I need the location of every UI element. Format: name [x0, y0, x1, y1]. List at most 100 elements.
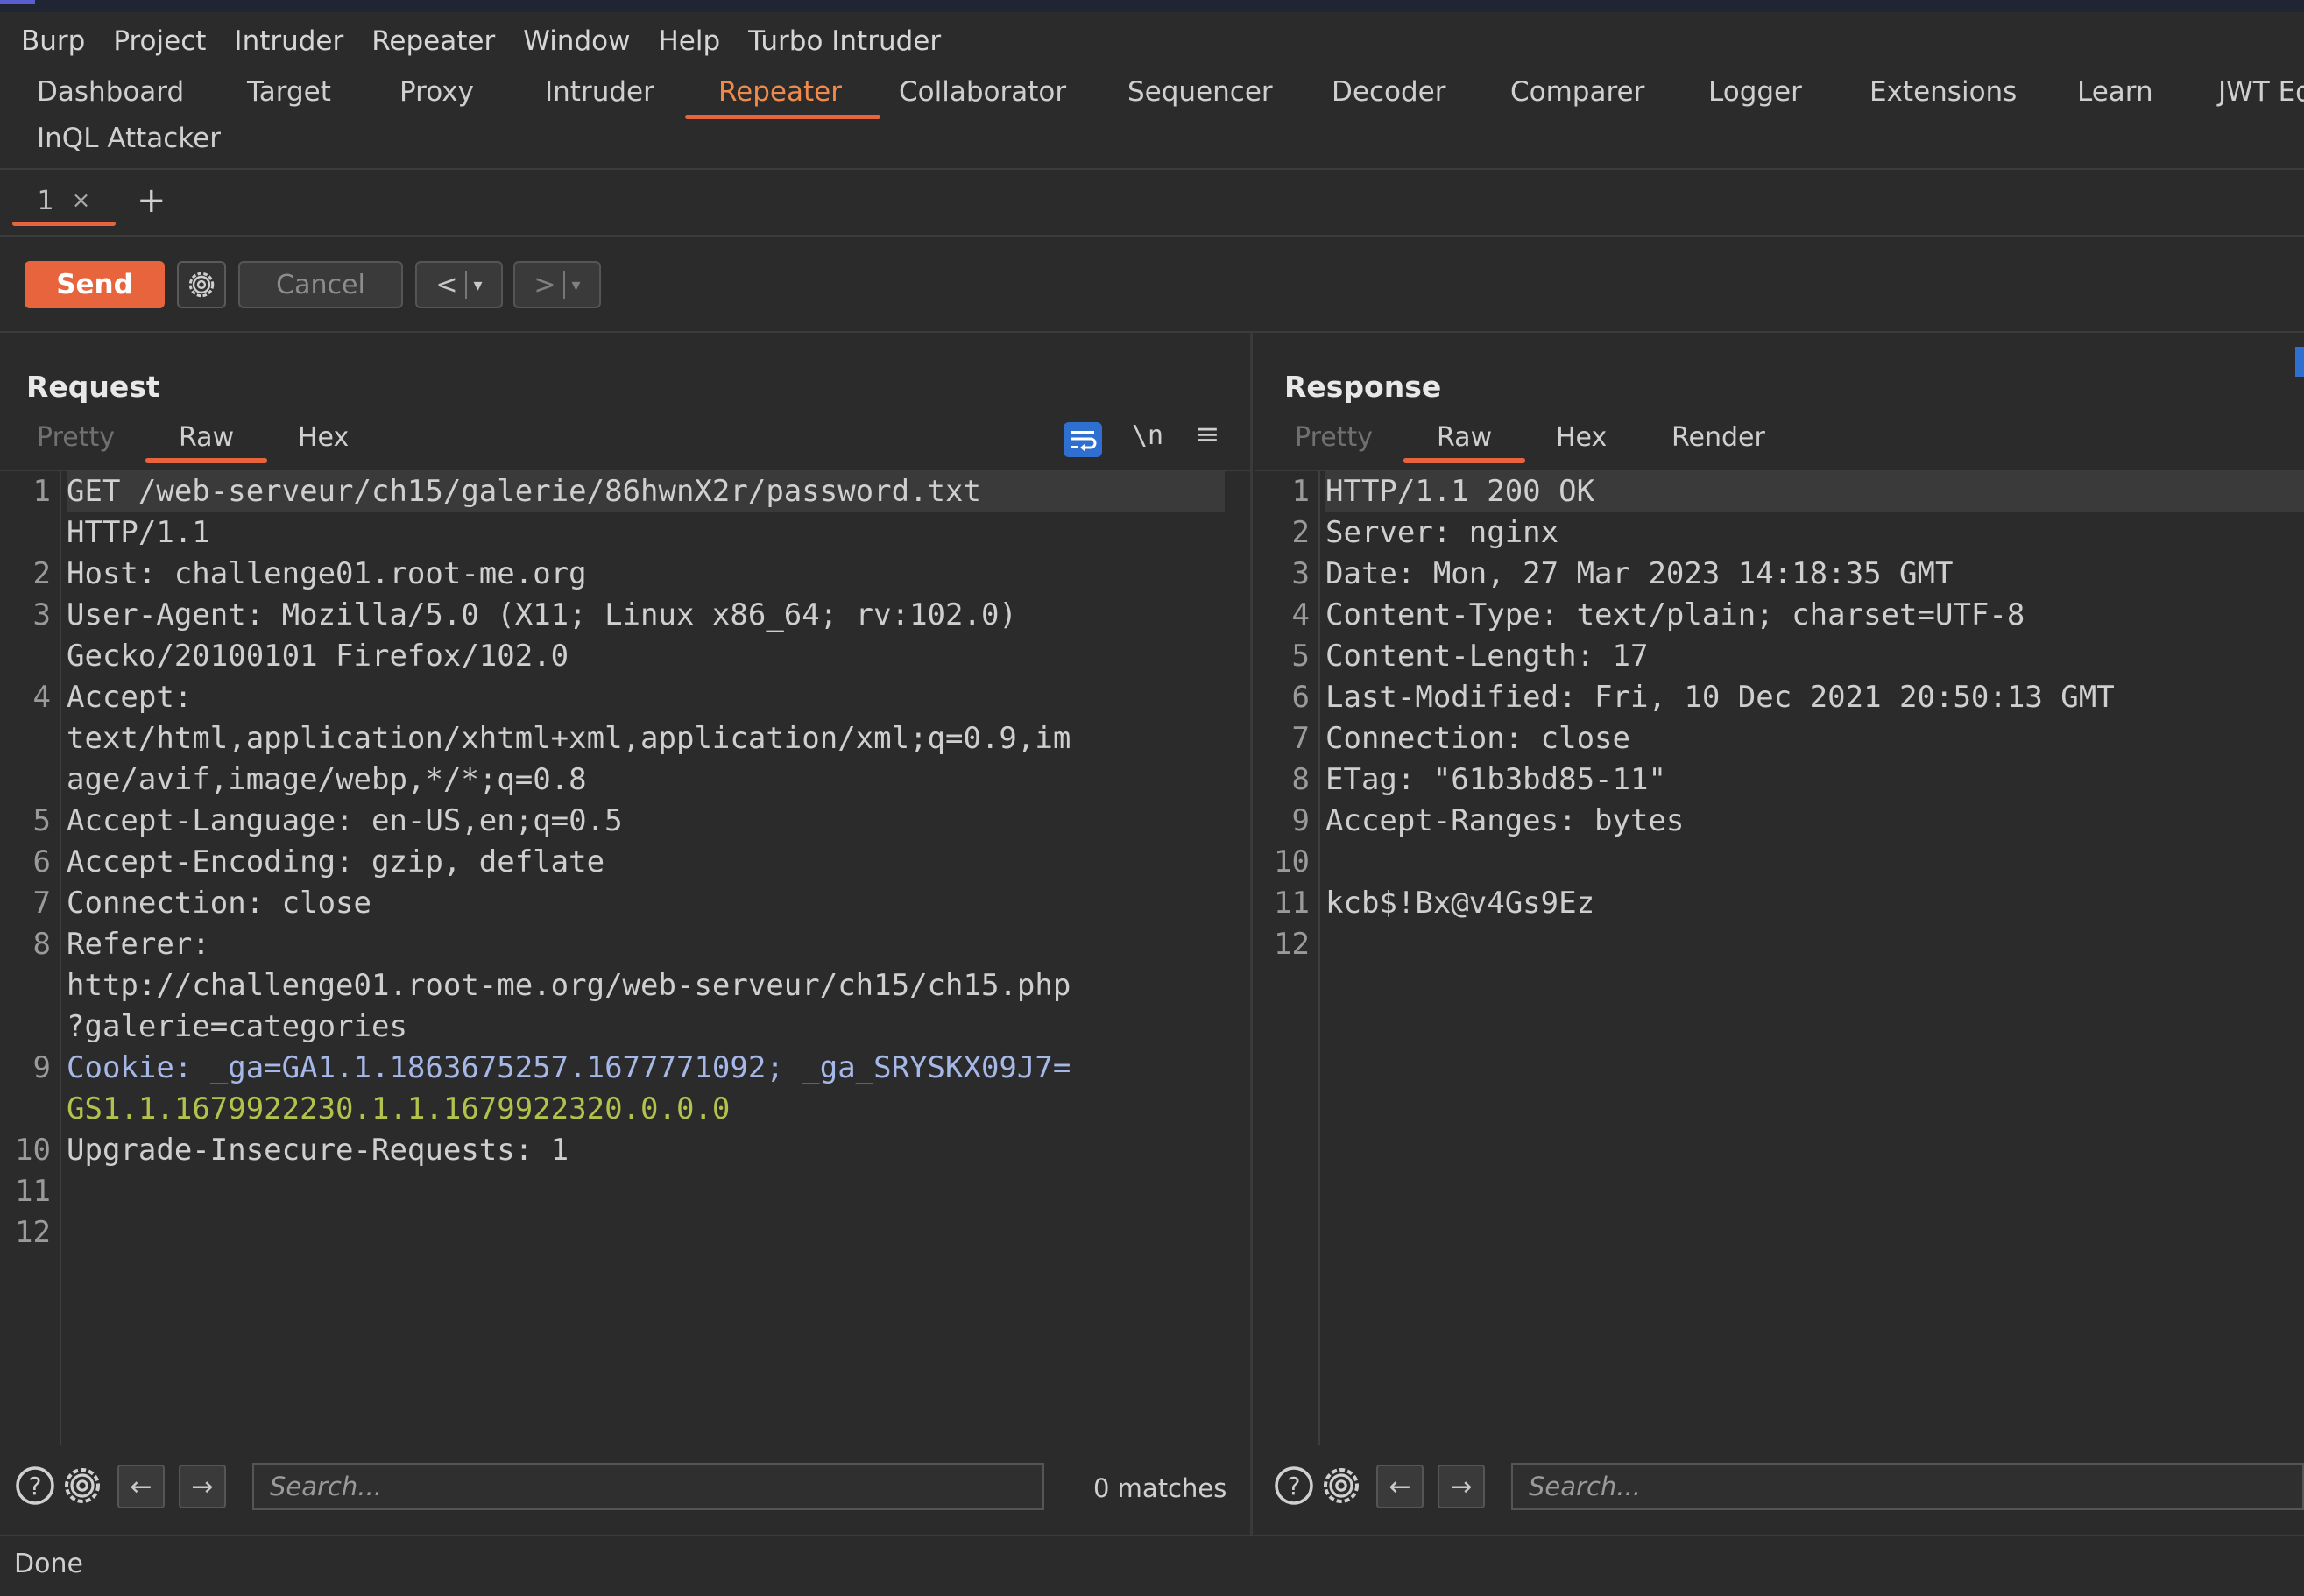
tab-comparer[interactable]: Comparer: [1510, 70, 1644, 121]
request-search-bar: ? ← → 0 matches: [0, 1454, 1250, 1517]
next-match-button[interactable]: →: [179, 1465, 226, 1508]
response-line: Connection: close: [1325, 721, 1630, 756]
help-icon[interactable]: ?: [14, 1465, 56, 1507]
gear-icon[interactable]: [1320, 1465, 1362, 1507]
svg-text:?: ?: [29, 1472, 42, 1501]
tab-jwt-editor[interactable]: JWT Ed: [2218, 70, 2304, 121]
menu-repeater[interactable]: Repeater: [357, 25, 509, 57]
response-line: HTTP/1.1 200 OK: [1325, 471, 2304, 512]
tab-dashboard[interactable]: Dashboard: [37, 70, 184, 121]
settings-button[interactable]: [177, 261, 226, 308]
hamburger-menu-icon[interactable]: ≡: [1195, 417, 1220, 452]
response-tab-hex[interactable]: Hex: [1556, 420, 1607, 455]
response-search-bar: ? ← →: [1255, 1454, 2304, 1517]
line-number: 11: [1274, 886, 1310, 921]
request-search-input[interactable]: [252, 1463, 1044, 1510]
menu-intruder[interactable]: Intruder: [220, 25, 357, 57]
line-number: 12: [1274, 927, 1310, 962]
title-strip: [0, 0, 2304, 12]
response-line: Accept-Ranges: bytes: [1325, 803, 1685, 838]
line-number: 10: [1274, 844, 1310, 879]
line-number: 7: [32, 886, 51, 921]
menu-turbo-intruder[interactable]: Turbo Intruder: [734, 25, 955, 57]
line-number: 4: [1291, 597, 1310, 632]
arrow-right-icon: →: [191, 1471, 214, 1502]
add-tab-button[interactable]: +: [137, 180, 166, 221]
gear-icon[interactable]: [61, 1465, 103, 1507]
repeater-tab-1[interactable]: 1 ×: [12, 177, 116, 226]
response-line: Content-Length: 17: [1325, 639, 1649, 674]
next-request-button[interactable]: > ▾: [513, 261, 601, 308]
response-editor[interactable]: 1 2 3 4 5 6 7 8 9 10 11 12 HTTP/1.1 200 …: [1255, 471, 2304, 1445]
request-tab-raw[interactable]: Raw: [145, 420, 268, 463]
help-icon[interactable]: ?: [1273, 1465, 1315, 1507]
request-tab-hex[interactable]: Hex: [298, 420, 349, 455]
response-search-input[interactable]: [1511, 1463, 2304, 1510]
menu-burp[interactable]: Burp: [7, 25, 99, 57]
line-number: 8: [1291, 762, 1310, 797]
response-view-tabs: Pretty Raw Hex Render: [1255, 420, 2298, 466]
tab-target[interactable]: Target: [247, 70, 331, 121]
request-tab-pretty[interactable]: Pretty: [37, 420, 115, 455]
inspector-toggle[interactable]: [2295, 347, 2304, 377]
line-number: 3: [32, 597, 51, 632]
request-line: ?galerie=categories: [67, 1009, 407, 1044]
chevron-down-icon[interactable]: ▾: [572, 274, 581, 295]
chevron-left-icon: <: [435, 269, 458, 300]
tab-repeater[interactable]: Repeater: [685, 70, 880, 121]
line-number: 6: [1291, 680, 1310, 715]
response-title: Response: [1284, 370, 1442, 404]
response-tab-raw[interactable]: Raw: [1403, 420, 1526, 463]
line-number: 4: [32, 680, 51, 715]
match-count: 0 matches: [1093, 1473, 1227, 1503]
previous-match-button[interactable]: ←: [1376, 1465, 1424, 1508]
response-panel: Response Pretty Raw Hex Render 1 2 3 4 5…: [1255, 333, 2304, 1535]
line-number: 12: [15, 1215, 51, 1250]
line-number: 10: [15, 1133, 51, 1168]
close-icon[interactable]: ×: [72, 187, 91, 214]
request-line: GET /web-serveur/ch15/galerie/86hwnX2r/p…: [67, 471, 1225, 512]
line-number: 8: [32, 927, 51, 962]
send-button[interactable]: Send: [25, 261, 165, 308]
line-number: 2: [32, 556, 51, 591]
line-number: 9: [32, 1050, 51, 1085]
tab-intruder[interactable]: Intruder: [545, 70, 654, 121]
menu-window[interactable]: Window: [509, 25, 644, 57]
show-newlines-icon[interactable]: \n: [1132, 420, 1163, 451]
wrap-lines-icon[interactable]: [1064, 422, 1102, 457]
status-bar: Done: [0, 1535, 2304, 1596]
repeater-tab-label: 1: [37, 185, 54, 216]
request-line: Host: challenge01.root-me.org: [67, 556, 587, 591]
next-match-button[interactable]: →: [1438, 1465, 1485, 1508]
tab-logger[interactable]: Logger: [1708, 70, 1802, 121]
tab-decoder[interactable]: Decoder: [1332, 70, 1445, 121]
line-number: 1: [1291, 474, 1310, 509]
request-editor[interactable]: 1 2 3 4 5 6 7 8 9 10 11 12 GET /web-serv…: [0, 471, 1250, 1445]
chevron-down-icon[interactable]: ▾: [474, 274, 483, 295]
request-line: Gecko/20100101 Firefox/102.0: [67, 639, 569, 674]
request-line: age/avif,image/webp,*/*;q=0.8: [67, 762, 587, 797]
request-line: Accept-Language: en-US,en;q=0.5: [67, 803, 623, 838]
repeater-toolbar: Send Cancel < ▾ > ▾: [0, 237, 2304, 331]
previous-request-button[interactable]: < ▾: [415, 261, 503, 308]
menu-project[interactable]: Project: [99, 25, 220, 57]
tab-learn[interactable]: Learn: [2077, 70, 2153, 121]
response-line: Content-Type: text/plain; charset=UTF-8: [1325, 597, 2025, 632]
response-tab-render[interactable]: Render: [1671, 420, 1765, 455]
title-strip-mark: [0, 0, 35, 4]
response-body: kcb$!Bx@v4Gs9Ez: [1325, 886, 1595, 921]
tab-extensions[interactable]: Extensions: [1869, 70, 2017, 121]
tab-inql-attacker[interactable]: InQL Attacker: [37, 123, 221, 154]
tab-collaborator[interactable]: Collaborator: [899, 70, 1066, 121]
line-number: 5: [32, 803, 51, 838]
tab-sequencer[interactable]: Sequencer: [1127, 70, 1273, 121]
menu-help[interactable]: Help: [644, 25, 734, 57]
tab-proxy[interactable]: Proxy: [399, 70, 474, 121]
response-line: ETag: "61b3bd85-11": [1325, 762, 1666, 797]
line-number: 11: [15, 1174, 51, 1209]
response-tab-pretty[interactable]: Pretty: [1295, 420, 1373, 455]
cancel-button[interactable]: Cancel: [238, 261, 403, 308]
request-panel: Request Pretty Raw Hex \n ≡ 1 2 3 4 5 6 …: [0, 333, 1253, 1535]
previous-match-button[interactable]: ←: [117, 1465, 165, 1508]
gear-icon: [188, 272, 215, 298]
